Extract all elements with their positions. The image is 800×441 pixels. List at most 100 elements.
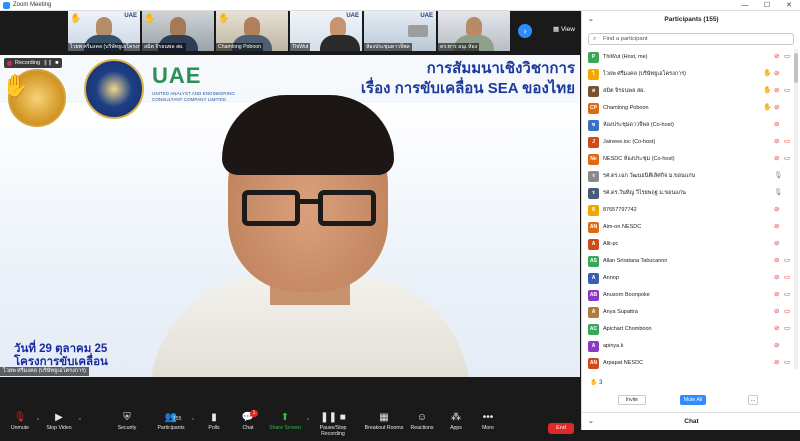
pause-recording-button[interactable]: ❚❚ ■ Pause/Stop Recording [308, 408, 358, 441]
video-off-icon[interactable]: ▭ [784, 273, 790, 281]
microphone-muted-icon[interactable]: ⊘ [774, 52, 779, 60]
participant-row[interactable]: ไ ไวยพ ศรีมงคล (บริษัทยูเอโครงการ) ✋ ⊘ [582, 66, 792, 83]
participant-row[interactable]: ร รศ.ดร.เฉก วัฒนธนิตีเลิศกิจ ม.ขอนแก่น 🎙 [582, 168, 792, 185]
stop-video-button[interactable]: ▶ Stop Video ^ [44, 408, 81, 441]
participant-name: สมิต จิรธนพล สผ. [603, 88, 646, 94]
chat-button[interactable]: 💬 1 Chat [238, 408, 258, 441]
participant-name: ไวยพ ศรีมงคล (บริษัทยูเอโครงการ) [603, 71, 686, 77]
chat-panel-header[interactable]: ⌄ Chat [582, 412, 800, 430]
participants-button[interactable]: 👥 155 Participants ^ [155, 408, 194, 441]
video-off-icon[interactable]: ▭ [784, 154, 790, 162]
participant-row[interactable]: ร รศ.ดร.วันทิญ วิไรยพฤฐ ม.ขอนแก่น 🎙 [582, 185, 792, 202]
microphone-muted-icon[interactable]: ⊘ [774, 290, 779, 298]
share-screen-button[interactable]: ⬆ Share Screen ^ [268, 408, 309, 441]
video-off-icon[interactable]: ▭ [784, 86, 790, 94]
avatar: CP [588, 103, 599, 114]
participant-thumbnail[interactable]: ✋ UAE ไวยพ ศรีมงคล (บริษัทยูเอโครงการ) [68, 11, 140, 51]
microphone-muted-icon[interactable]: ⊘ [774, 154, 779, 162]
participant-thumbnail[interactable]: ดร.ทาร อนุเ ห้อง [438, 11, 510, 51]
chevron-down-icon[interactable]: ⌄ [588, 11, 594, 29]
participant-search-input[interactable]: ⌕ Find a participant [588, 33, 794, 45]
more-button[interactable]: ••• More [478, 408, 498, 441]
microphone-muted-icon[interactable]: ⊘ [774, 324, 779, 332]
video-off-icon[interactable]: ▭ [784, 52, 790, 60]
minimize-button[interactable]: — [734, 0, 756, 11]
participant-row[interactable]: AN Aim-on NESDC ⊘ [582, 219, 792, 236]
participant-name: apinya.k [603, 343, 624, 349]
microphone-icon[interactable]: 🎙 [774, 188, 782, 196]
participant-row[interactable]: ส สมิต จิรธนพล สผ. ✋ ⊘ ▭ [582, 83, 792, 100]
participant-row[interactable]: CP Chamlong Poboon ✋ ⊘ [582, 100, 792, 117]
microphone-muted-icon[interactable]: ⊘ [774, 341, 779, 349]
microphone-muted-icon[interactable]: ⊘ [774, 86, 779, 94]
share-screen-icon: ⬆ [280, 412, 290, 423]
participant-thumbnail[interactable]: ✋ Chamlong Poboon [216, 11, 288, 51]
hand-count-value: 3 [599, 380, 603, 386]
unmute-button[interactable]: 🎙 Unmute ^ [8, 408, 39, 441]
video-off-icon[interactable]: ▭ [784, 307, 790, 315]
more-dots-icon: ••• [482, 412, 494, 423]
participant-thumbnail[interactable]: UAE ห้องประชุมดาวจีพล [364, 11, 436, 51]
recording-indicator[interactable]: Recording ❚❚ ■ [4, 58, 62, 68]
participant-row[interactable]: AS Allan Sriratana Tabucanon ⊘ ▭ [582, 253, 792, 270]
polls-button[interactable]: ▮ Polls [204, 408, 224, 441]
breakout-rooms-button[interactable]: ▦ Breakout Rooms [364, 408, 404, 441]
microphone-muted-icon[interactable]: ⊘ [774, 205, 779, 213]
participant-row[interactable]: Aapinya.k ⊘ [582, 338, 792, 355]
reactions-button[interactable]: ☺ Reactions [410, 408, 434, 441]
microphone-icon[interactable]: 🎙 [774, 171, 782, 179]
slide-footer: วันที่ 29 ตุลาคม 25 โครงการขับเคลื่อน [14, 343, 108, 369]
participant-row[interactable]: P ThiWut (Host, me) ⊘ ▭ [582, 49, 792, 66]
participant-thumbnail[interactable]: ✋ สมิต จิรธนพล สผ. [142, 11, 214, 51]
microphone-muted-icon[interactable]: ⊘ [774, 239, 779, 247]
mute-all-button[interactable]: Mute All [680, 395, 706, 405]
participants-more-button[interactable]: ... [748, 395, 758, 405]
participant-row[interactable]: A Alit-pc ⊘ [582, 236, 792, 253]
microphone-muted-icon[interactable]: ⊘ [774, 69, 779, 77]
video-off-icon[interactable]: ▭ [784, 137, 790, 145]
microphone-muted-icon[interactable]: ⊘ [774, 358, 779, 366]
participant-row[interactable]: ห ห้องประชุมดาวจีพล (Co-host) ⊘ [582, 117, 792, 134]
microphone-muted-icon[interactable]: ⊘ [774, 307, 779, 315]
close-button[interactable]: ✕ [778, 0, 800, 11]
video-off-icon[interactable]: ▭ [784, 324, 790, 332]
participant-thumbnail[interactable]: UAE ThiWut [290, 11, 362, 51]
microphone-muted-icon[interactable]: ⊘ [774, 256, 779, 264]
chevron-up-icon[interactable]: ^ [37, 418, 39, 424]
microphone-muted-icon: 🎙 [13, 412, 27, 423]
end-meeting-button[interactable]: End [548, 423, 574, 434]
pause-icon[interactable]: ❚❚ [43, 60, 52, 66]
participant-list: P ThiWut (Host, me) ⊘ ▭ ไ ไวยพ ศรีมงคล (บริษั… [582, 49, 792, 371]
invite-button[interactable]: Invite [618, 395, 646, 405]
chevron-right-icon[interactable]: › [518, 24, 532, 38]
participant-row[interactable]: A Anya Supattra ⊘ ▭ [582, 304, 792, 321]
participant-row[interactable]: 8 87657797742 ⊘ [582, 202, 792, 219]
participant-list-scrollbar[interactable] [794, 49, 798, 369]
view-button[interactable]: ▦ View [553, 25, 575, 33]
microphone-muted-icon[interactable]: ⊘ [774, 222, 779, 230]
participant-row[interactable]: J Jaineee.ioc (Co-host) ⊘ ▭ [582, 134, 792, 151]
stop-icon[interactable]: ■ [55, 60, 58, 66]
avatar: AB [588, 290, 599, 301]
raised-hand-icon: ✋ [70, 13, 82, 23]
maximize-button[interactable]: ☐ [756, 0, 778, 11]
chevron-down-icon[interactable]: ⌄ [588, 413, 594, 431]
video-off-icon[interactable]: ▭ [784, 290, 790, 298]
microphone-muted-icon[interactable]: ⊘ [774, 103, 779, 111]
video-off-icon[interactable]: ▭ [784, 358, 790, 366]
thumbnail-name: ไวยพ ศรีมงคล (บริษัทยูเอโครงการ) [68, 43, 140, 51]
apps-button[interactable]: ⁂ Apps [446, 408, 466, 441]
microphone-muted-icon[interactable]: ⊘ [774, 137, 779, 145]
microphone-muted-icon[interactable]: ⊘ [774, 273, 779, 281]
participant-row[interactable]: AN Arpapat NESDC ⊘ ▭ [582, 355, 792, 371]
security-button[interactable]: ⛨ Security [114, 408, 140, 441]
participant-row[interactable]: A Annop ⊘ ▭ [582, 270, 792, 287]
chevron-up-icon[interactable]: ^ [79, 418, 81, 424]
participant-row[interactable]: AC Apichart Chomboon ⊘ ▭ [582, 321, 792, 338]
breakout-rooms-icon: ▦ [379, 412, 389, 423]
participant-row[interactable]: Ne NESDC ห้องประชุม (Co-host) ⊘ ▭ [582, 151, 792, 168]
chevron-up-icon[interactable]: ^ [192, 418, 194, 424]
microphone-muted-icon[interactable]: ⊘ [774, 120, 779, 128]
video-off-icon[interactable]: ▭ [784, 256, 790, 264]
participant-row[interactable]: AB Anusorn Boonpoke ⊘ ▭ [582, 287, 792, 304]
